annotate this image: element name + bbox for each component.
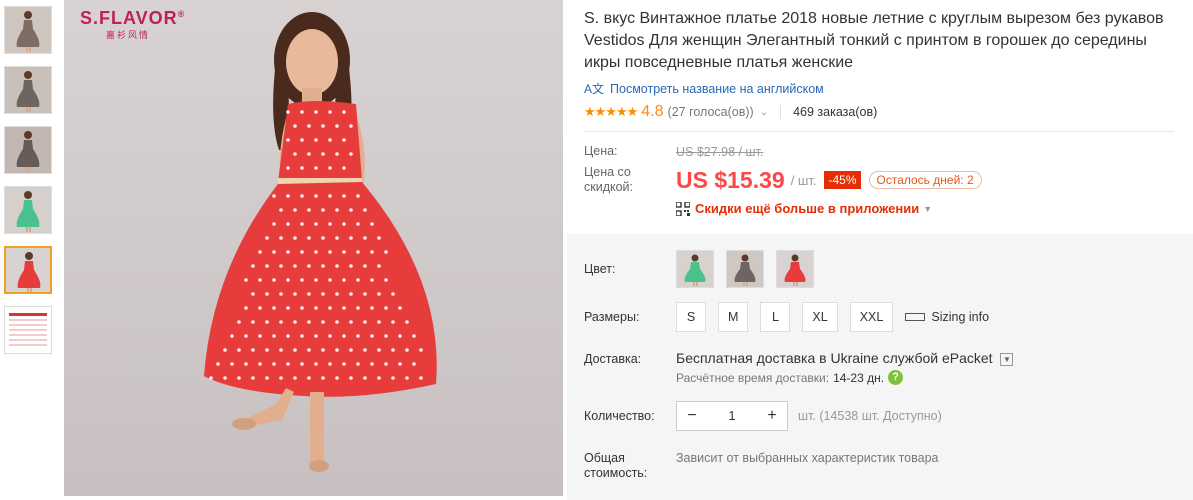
color-swatches <box>676 250 826 288</box>
shipping-time-value: 14-23 дн. <box>833 370 885 385</box>
size-label: Размеры: <box>584 310 640 324</box>
color-swatch-3[interactable] <box>776 250 814 288</box>
app-promo-link[interactable]: Скидки ещё больше в приложении ▼ <box>676 201 1184 216</box>
translate-link-label: Посмотреть название на английском <box>610 81 824 96</box>
size-option-m[interactable]: M <box>718 302 749 332</box>
old-price-label: Цена: <box>584 144 618 158</box>
shipping-time: Расчётное время доставки: 14-23 дн. ? <box>676 370 1013 385</box>
orders-count: 469 заказа(ов) <box>793 105 878 119</box>
thumbnail-5-selected[interactable] <box>4 246 52 294</box>
quantity-stepper: − 1 + <box>676 401 788 431</box>
thumbnail-list <box>4 6 54 366</box>
chevron-down-icon[interactable]: ▼ <box>1000 352 1014 366</box>
quantity-available: шт. (14538 шт. Доступно) <box>798 409 942 423</box>
size-option-s[interactable]: S <box>676 302 706 332</box>
size-options: S M L XL XXL <box>676 302 905 332</box>
quantity-input[interactable]: 1 <box>707 402 757 430</box>
translate-icon: A文 <box>584 82 605 96</box>
size-option-xl[interactable]: XL <box>802 302 838 332</box>
quantity-decrease-button[interactable]: − <box>677 402 707 430</box>
caret-down-icon: ▼ <box>923 203 933 214</box>
thumbnail-6-size-chart[interactable] <box>4 306 52 354</box>
translate-title-link[interactable]: A文 Посмотреть название на английском <box>584 80 1184 97</box>
main-product-image[interactable]: S.FLAVOR® 嘉衫风情 <box>64 0 563 496</box>
quantity-label: Количество: <box>584 409 655 423</box>
product-options: Цвет: Размеры: S M L XL XXL Sizing info Дост… <box>584 248 1184 481</box>
shipping-method[interactable]: Бесплатная доставка в Ukraine службой eP… <box>676 350 1014 366</box>
product-title: S. вкус Винтажное платье 2018 новые летн… <box>584 10 1164 71</box>
shipping-label: Доставка: <box>584 352 642 366</box>
total-label: Общая стоимость: <box>584 451 648 480</box>
quantity-increase-button[interactable]: + <box>757 402 787 430</box>
ruler-icon <box>905 313 926 321</box>
rating-stars-icon: ★★★★★ <box>584 104 638 119</box>
color-label: Цвет: <box>584 262 616 276</box>
help-icon[interactable]: ? <box>888 370 904 385</box>
price-block: Цена: US $27.98 / шт. Цена со скидкой: U… <box>584 144 1184 216</box>
per-unit-label: / шт. <box>790 172 817 188</box>
shipping-method-label: Бесплатная доставка в Ukraine службой eP… <box>676 350 993 366</box>
thumbnail-4[interactable] <box>4 186 52 234</box>
thumbnail-1[interactable] <box>4 6 52 54</box>
qr-code-icon <box>676 201 690 216</box>
old-price: US $27.98 / шт. <box>676 144 764 159</box>
divider <box>584 131 1174 132</box>
discount-price: US $15.39 <box>676 166 785 193</box>
color-swatch-1[interactable] <box>676 250 714 288</box>
sizing-info-label: Sizing info <box>931 310 990 324</box>
model-figure-illustration <box>204 12 437 472</box>
sizing-info-link[interactable]: Sizing info <box>905 310 989 324</box>
discount-badge: -45% <box>824 171 861 189</box>
product-info-panel: S. вкус Винтажное платье 2018 новые летн… <box>584 0 1184 216</box>
shipping-time-label: Расчётное время доставки: <box>676 370 830 385</box>
thumbnail-3[interactable] <box>4 126 52 174</box>
color-swatch-2[interactable] <box>726 250 764 288</box>
rating-row: ★★★★★ 4.8 (27 голоса(ов)) ⌄ 469 заказа(о… <box>584 103 1184 121</box>
days-left-badge: Осталось дней: 2 <box>868 171 982 189</box>
discount-price-label: Цена со скидкой: <box>584 165 634 194</box>
rating-votes-link[interactable]: (27 голоса(ов)) <box>668 105 754 119</box>
thumbnail-2[interactable] <box>4 66 52 114</box>
size-option-xxl[interactable]: XXL <box>849 302 894 332</box>
size-option-l[interactable]: L <box>760 302 791 332</box>
total-value: Зависит от выбранных характеристик товар… <box>676 451 939 465</box>
chevron-down-icon[interactable]: ⌄ <box>760 107 768 118</box>
rating-score: 4.8 <box>641 103 664 120</box>
app-promo-label: Скидки ещё больше в приложении <box>695 201 920 216</box>
divider <box>780 105 782 119</box>
